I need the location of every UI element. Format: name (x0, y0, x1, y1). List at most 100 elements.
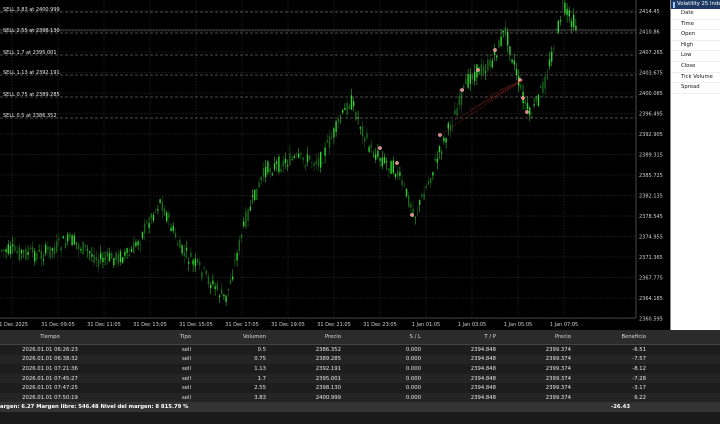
candle-body (394, 173, 397, 178)
price-tick-label: 2371.365 (639, 255, 663, 261)
candle-body (331, 137, 333, 139)
candle-body (513, 60, 515, 65)
candle-body (469, 73, 471, 84)
candle-body (386, 161, 388, 163)
candle-body (227, 288, 229, 291)
candle-body (502, 30, 504, 33)
candle-body (5, 249, 7, 253)
trade-row[interactable]: 2026.01.01 06:38:32 sell 0.75 2389.285 0.000… (0, 354, 720, 365)
candle-body (533, 104, 535, 106)
time-tick-label: 31 Dec 2025 (0, 322, 28, 328)
candle-body (427, 181, 430, 185)
candle-body (463, 85, 465, 89)
header-precio[interactable]: Precio (270, 330, 345, 345)
trade-arrow-icon[interactable] (521, 96, 525, 100)
candle-body (298, 153, 300, 158)
candle-body (148, 223, 150, 228)
trade-cell: 0.000 (345, 373, 425, 384)
candle-body (7, 244, 9, 254)
candle-body (185, 247, 188, 251)
candle-body (313, 163, 315, 166)
trade-row[interactable]: 2026.01.01 06:26:23 sell 0.5 2386.352 0.000 2… (0, 344, 720, 355)
candle-body (16, 250, 18, 253)
candle-body (45, 244, 47, 254)
header-spacer (650, 330, 720, 345)
panel-bottom (0, 412, 720, 424)
candle-body (122, 257, 124, 263)
trade-markers (378, 48, 529, 217)
candle-body (315, 161, 317, 165)
trade-arrow-icon[interactable] (460, 88, 464, 92)
candle-body (546, 76, 548, 79)
header-sl[interactable]: S / L (345, 330, 425, 345)
trade-row[interactable]: 2026.01.01 07:21:36 sell 1.13 2392.191 0.000… (0, 364, 720, 374)
candle-body (397, 171, 399, 177)
header-precio-actual[interactable]: Precio (500, 330, 575, 345)
trade-cell: -3.17 (575, 383, 650, 393)
candle-body (194, 258, 196, 267)
candle-body (401, 180, 403, 186)
candle-body (117, 253, 119, 264)
candle-body (359, 127, 361, 129)
candle-body (56, 241, 58, 252)
candle-body (97, 259, 100, 267)
data-window-row: Spread (671, 83, 720, 94)
trade-link-line (454, 79, 524, 121)
candle-body (421, 194, 423, 197)
candle-body (212, 280, 214, 285)
trade-cell: 2386.352 (270, 344, 345, 355)
candle-body (238, 240, 240, 251)
candle-body (276, 161, 278, 164)
candle-body (93, 254, 95, 264)
trade-cell: 2399.374 (500, 373, 575, 384)
price-chart[interactable]: SELL 3.83 at 2400.999 SELL 2.55 at 2398.1… (0, 0, 670, 330)
candle-body (570, 21, 573, 27)
candle-body (498, 40, 500, 48)
candle-body (42, 259, 45, 261)
trade-arrow-icon[interactable] (525, 110, 529, 114)
candle-body (548, 59, 551, 67)
candle-body (559, 19, 562, 22)
candle-body (163, 208, 166, 216)
trade-cell: 2399.374 (500, 354, 575, 365)
trade-arrow-icon[interactable] (410, 213, 414, 217)
candle-body (47, 246, 49, 250)
trade-row[interactable]: 2026.01.01 07:47:25 sell 2.55 2398.130 0.000… (0, 383, 720, 393)
candle-body (355, 111, 357, 120)
header-beneficio[interactable]: Beneficio (575, 330, 650, 345)
data-window[interactable]: Volatility 25 Index Date Time Open High Low C… (670, 0, 720, 330)
trade-arrow-icon[interactable] (476, 68, 480, 72)
sell-order-label: SELL 1.7 at 2395.001 (3, 50, 57, 56)
header-tipo[interactable]: Tipo (100, 330, 195, 345)
account-summary-bar: argen: 6.27 Margen libre: 546.48 Nivel d… (0, 402, 720, 412)
candle-body (287, 165, 289, 167)
data-window-row: Close (671, 62, 720, 73)
trade-row[interactable]: 2026.01.01 07:45:27 sell 1.7 2395.001 0.000 2… (0, 373, 720, 384)
candle-body (78, 244, 80, 250)
header-volumen[interactable]: Volumen (195, 330, 270, 345)
candle-body (170, 227, 172, 232)
candle-body (353, 101, 355, 107)
candle-body (232, 276, 234, 280)
candle-body (295, 154, 298, 155)
time-tick-label: 31 Dec 11:05 (87, 322, 121, 328)
trade-arrow-icon[interactable] (493, 48, 497, 52)
candle-body (339, 120, 342, 122)
candle-body (465, 79, 467, 85)
candle-body (364, 137, 366, 142)
trade-arrow-icon[interactable] (395, 161, 399, 165)
candle-body (452, 125, 454, 127)
candle-body (128, 254, 130, 257)
header-tiempo[interactable]: Tiempo (0, 330, 100, 345)
trade-cell: 2394.848 (425, 383, 500, 393)
candle-body (60, 247, 62, 251)
candle-body (240, 234, 243, 239)
trade-cell: 2026.01.01 07:47:25 (0, 383, 100, 393)
candle-body (271, 173, 273, 175)
candle-body (111, 253, 113, 259)
candle-body (51, 248, 53, 251)
trade-arrow-icon[interactable] (378, 146, 382, 150)
candlestick-chart[interactable]: SELL 3.83 at 2400.999 SELL 2.55 at 2398.1… (0, 0, 670, 330)
header-tp[interactable]: T / P (425, 330, 500, 345)
candle-body (496, 55, 498, 58)
